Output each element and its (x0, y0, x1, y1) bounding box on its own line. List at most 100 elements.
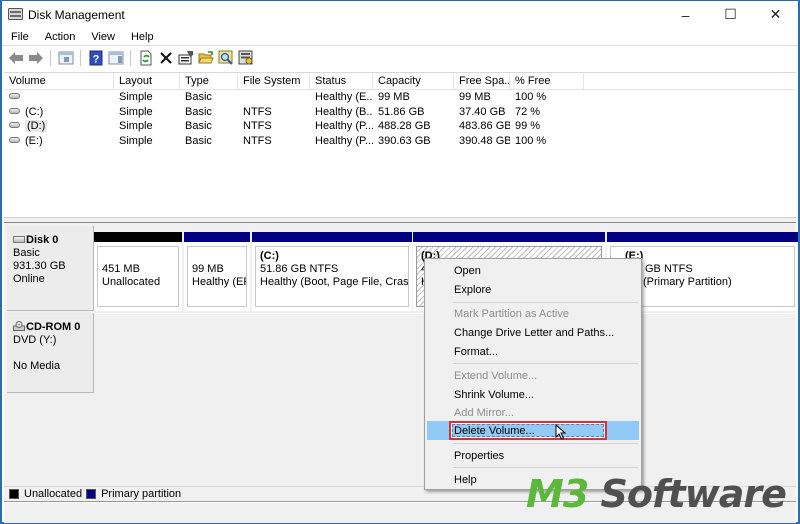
partition-color-bar (94, 232, 182, 242)
volume-icon (9, 136, 20, 143)
volume-capacity: 390.63 GB (378, 134, 431, 147)
menu-file[interactable]: File (8, 31, 36, 43)
menu-item-change-drive-letter[interactable]: Change Drive Letter and Paths... (427, 323, 639, 342)
legend-label: Unallocated (24, 488, 83, 500)
menu-bar: File Action View Help (2, 28, 798, 46)
window-title: Disk Management (28, 8, 125, 22)
legend-swatch-unallocated (9, 489, 19, 499)
explore-icon (218, 50, 233, 65)
partition-color-bar (184, 232, 250, 242)
toolbar-separator (130, 49, 131, 66)
menu-item-label: Delete Volume... (454, 424, 535, 437)
volume-type: Basic (185, 91, 212, 104)
partition-status: Healthy (Boot, Page File, Crash D (260, 276, 409, 288)
menu-item-open[interactable]: Open (427, 261, 639, 280)
volume-layout: Simple (119, 134, 153, 147)
show-hide-console-tree-button[interactable] (56, 49, 75, 67)
menu-separator (453, 302, 638, 303)
mouse-cursor-icon (555, 424, 567, 440)
volume-percent-free: 100 % (515, 134, 547, 147)
disk-name: Disk 0 (26, 234, 59, 246)
m3-software-watermark: M3 Software (526, 472, 787, 516)
cdrom-type: DVD (Y:) (13, 334, 57, 346)
delete-button[interactable] (156, 49, 175, 67)
refresh-button[interactable] (136, 49, 155, 67)
menu-item-delete-volume[interactable]: Delete Volume... (427, 421, 639, 440)
column-header-file-system[interactable]: File System (238, 73, 310, 89)
column-header-percent-free[interactable]: % Free (510, 73, 584, 89)
volume-layout: Simple (119, 91, 153, 104)
menu-help[interactable]: Help (128, 31, 161, 43)
explore-button[interactable] (216, 49, 235, 67)
volume-free-space: 37.40 GB (459, 105, 506, 118)
properties-button[interactable] (176, 49, 195, 67)
help-button[interactable]: ? (86, 49, 105, 67)
volume-status: Healthy (P... (315, 120, 373, 133)
partition-status: Unallocated (102, 276, 161, 288)
partition-size: 99 MB (192, 263, 224, 275)
volume-percent-free: 99 % (515, 120, 541, 133)
column-header-layout[interactable]: Layout (114, 73, 180, 89)
column-header-type[interactable]: Type (180, 73, 238, 89)
maximize-button[interactable]: ☐ (708, 1, 753, 28)
settings-icon (238, 50, 252, 65)
partition-size: 51.86 GB NTFS (260, 263, 339, 275)
volume-row[interactable]: (E:) Simple Basic NTFS Healthy (P... 390… (4, 134, 796, 149)
partition-size: GB NTFS (645, 263, 693, 275)
volume-status: Healthy (E... (315, 91, 373, 104)
graphical-disk-view: Disk 0 Basic 931.30 GB Online 451 MB Una… (4, 223, 798, 486)
volume-row[interactable]: (C:) Simple Basic NTFS Healthy (B... 51.… (4, 105, 796, 120)
disk-management-window: Disk Management – ☐ ✕ File Action View H… (0, 0, 800, 524)
menu-separator (453, 467, 638, 468)
close-button[interactable]: ✕ (753, 1, 798, 28)
column-header-capacity[interactable]: Capacity (373, 73, 454, 89)
volume-icon (9, 93, 20, 100)
volume-name: (D:) (25, 120, 48, 133)
volume-list-header: Volume Layout Type File System Status Ca… (4, 73, 796, 90)
volume-name: (C:) (25, 105, 44, 118)
forward-button[interactable] (26, 49, 45, 67)
forward-icon (28, 51, 43, 64)
minimize-button[interactable]: – (663, 1, 708, 28)
legend-primary-partition: Primary partition (86, 488, 181, 500)
menu-item-mark-partition-active: Mark Partition as Active (454, 307, 569, 320)
title-bar: Disk Management – ☐ ✕ (2, 1, 798, 28)
menu-item-explore[interactable]: Explore (427, 280, 639, 299)
volume-type: Basic (185, 134, 212, 147)
menu-item-properties[interactable]: Properties (427, 446, 639, 465)
column-header-filler (584, 73, 796, 89)
partition-name: (C:) (260, 250, 279, 262)
column-header-volume[interactable]: Volume (4, 73, 114, 89)
open-button[interactable] (196, 49, 215, 67)
menu-action[interactable]: Action (42, 31, 83, 43)
menu-item-shrink-volume[interactable]: Shrink Volume... (427, 385, 639, 404)
volume-type: Basic (185, 120, 212, 133)
volume-icon (9, 107, 20, 114)
legend-label: Primary partition (101, 488, 182, 500)
volume-row[interactable]: Simple Basic Healthy (E... 99 MB 99 MB 1… (4, 90, 796, 105)
volume-percent-free: 100 % (515, 91, 547, 104)
volume-layout: Simple (119, 105, 153, 118)
volume-capacity: 99 MB (378, 91, 410, 104)
menu-item-format[interactable]: Format... (427, 342, 639, 361)
column-header-status[interactable]: Status (310, 73, 373, 89)
menu-view[interactable]: View (88, 31, 122, 43)
show-hide-action-pane-button[interactable] (106, 49, 125, 67)
disk-management-app-icon (8, 8, 23, 20)
cdrom-0-label[interactable]: CD-ROM 0 DVD (Y:) No Media (7, 313, 94, 393)
refresh-icon (140, 50, 151, 65)
volume-name: (E:) (25, 134, 43, 147)
volume-capacity: 51.86 GB (378, 105, 425, 118)
disk-0-label[interactable]: Disk 0 Basic 931.30 GB Online (7, 226, 94, 311)
context-menu: Open Explore Mark Partition as Active Ch… (424, 258, 642, 490)
volume-row-selected[interactable]: (D:) Simple Basic NTFS Healthy (P... 488… (4, 119, 796, 134)
partition-c[interactable]: (C:) 51.86 GB NTFS Healthy (Boot, Page F… (252, 232, 412, 311)
back-icon (8, 51, 23, 64)
volume-file-system: NTFS (243, 120, 272, 133)
back-button[interactable] (6, 49, 25, 67)
column-header-free-space[interactable]: Free Spa... (454, 73, 510, 89)
settings-button[interactable] (236, 49, 255, 67)
partition-efi[interactable]: 99 MB Healthy (EFI (184, 232, 250, 311)
partition-unallocated[interactable]: 451 MB Unallocated (94, 232, 182, 311)
action-pane-icon (108, 51, 123, 64)
